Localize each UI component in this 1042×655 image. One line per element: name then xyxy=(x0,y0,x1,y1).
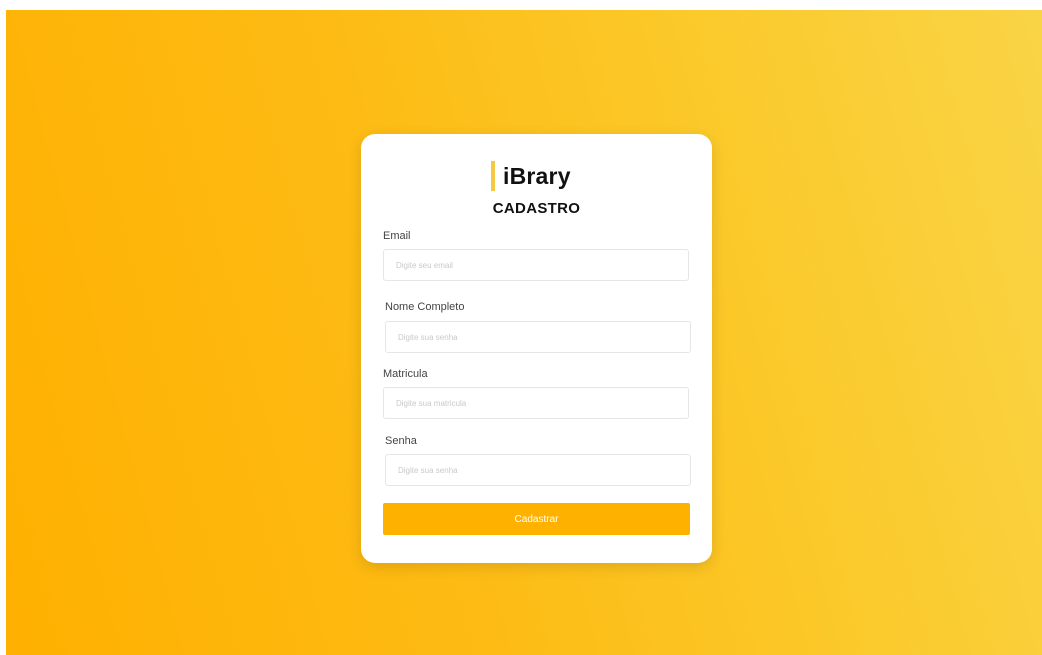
form-title: CADASTRO xyxy=(492,200,581,217)
full-name-field[interactable] xyxy=(385,321,691,353)
full-name-label: Nome Completo xyxy=(385,301,465,313)
brand-accent-bar xyxy=(491,161,495,191)
password-field[interactable] xyxy=(385,454,691,486)
brand-logo: iBrary xyxy=(491,160,571,192)
brand-name: iBrary xyxy=(503,162,571,189)
page-background: iBrary CADASTRO Email Nome Completo Matr… xyxy=(6,10,1042,655)
register-card: iBrary CADASTRO Email Nome Completo Matr… xyxy=(361,134,712,563)
register-button[interactable]: Cadastrar xyxy=(383,503,690,535)
matricula-field[interactable] xyxy=(383,387,689,419)
password-label: Senha xyxy=(385,435,417,447)
matricula-label: Matricula xyxy=(383,368,428,380)
email-label: Email xyxy=(383,230,411,242)
email-field[interactable] xyxy=(383,249,689,281)
